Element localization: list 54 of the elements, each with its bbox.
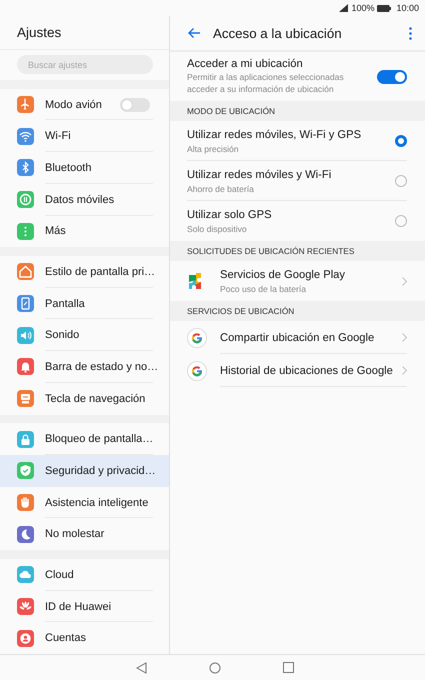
toggle-switch[interactable] bbox=[377, 70, 407, 84]
chevron-right-icon bbox=[402, 366, 407, 375]
radio-button[interactable] bbox=[395, 215, 407, 227]
sidebar-item[interactable]: Estilo de pantalla pri… bbox=[0, 256, 169, 288]
sidebar-item[interactable]: ID de Huawei bbox=[0, 590, 169, 622]
back-icon[interactable] bbox=[136, 662, 146, 674]
sidebar-item[interactable]: Seguridad y privacid… bbox=[0, 455, 169, 487]
list-item-title[interactable]: Historial de ubicaciones de Google bbox=[220, 364, 402, 376]
option-subtitle: Alta precisión bbox=[187, 144, 240, 154]
sidebar-item[interactable]: Pantalla bbox=[0, 288, 169, 320]
chevron-right-icon bbox=[402, 333, 407, 342]
sidebar-item[interactable]: Barra de estado y no… bbox=[0, 351, 169, 383]
setting-description: Permitir a las aplicaciones seleccionadas acceder a su información de ubicación bbox=[187, 72, 345, 95]
sidebar-item[interactable]: Bloqueo de pantalla… bbox=[0, 423, 169, 456]
section-header: SOLICITUDES DE UBICACIÓN RECIENTES bbox=[170, 241, 425, 261]
signal-icon bbox=[339, 4, 348, 12]
sidebar-item[interactable]: Wi-Fi bbox=[0, 120, 169, 152]
sidebar-item[interactable]: Más bbox=[0, 216, 169, 248]
back-arrow-icon[interactable] bbox=[187, 27, 201, 39]
option-subtitle: Solo dispositivo bbox=[187, 224, 248, 234]
sidebar-item[interactable]: Tecla de navegación bbox=[0, 382, 169, 415]
sidebar-item[interactable]: Cuentas bbox=[0, 622, 169, 654]
section-header: MODO DE UBICACIÓN bbox=[170, 101, 425, 121]
toggle-switch[interactable] bbox=[120, 98, 150, 112]
chevron-right-icon bbox=[402, 276, 407, 286]
sidebar-item[interactable]: Asistencia inteligente bbox=[0, 486, 169, 518]
clock: 10:00 bbox=[396, 3, 419, 13]
sidebar-item[interactable]: No molestar bbox=[0, 518, 169, 550]
sidebar-item[interactable]: Datos móviles bbox=[0, 184, 169, 216]
sidebar-item[interactable]: Modo avión bbox=[0, 88, 169, 120]
radio-button[interactable] bbox=[395, 175, 407, 187]
google-g-icon bbox=[187, 328, 207, 348]
sidebar-item[interactable]: Sonido bbox=[0, 319, 169, 352]
recents-icon[interactable] bbox=[282, 662, 294, 673]
option-subtitle: Ahorro de batería bbox=[187, 184, 255, 194]
search-field[interactable]: Buscar ajustes bbox=[17, 55, 153, 74]
google-g-icon bbox=[187, 360, 207, 380]
list-item-title[interactable]: Servicios de Google Play bbox=[220, 268, 402, 280]
sidebar-item[interactable]: Cloud bbox=[0, 558, 169, 591]
radio-button[interactable] bbox=[395, 135, 407, 147]
list-item-subtitle: Poco uso de la batería bbox=[220, 284, 307, 294]
battery-icon bbox=[377, 4, 392, 12]
option-label: Utilizar solo GPS bbox=[187, 208, 273, 220]
battery-level: 100% bbox=[351, 3, 374, 13]
sidebar-item[interactable]: Bluetooth bbox=[0, 152, 169, 184]
setting-label: Acceder a mi ubicación bbox=[187, 58, 304, 70]
option-label: Utilizar redes móviles, Wi-Fi y GPS bbox=[187, 128, 362, 140]
page-title: Acceso a la ubicación bbox=[213, 26, 343, 40]
list-item-title[interactable]: Compartir ubicación en Google bbox=[220, 332, 402, 344]
home-icon[interactable] bbox=[208, 662, 220, 674]
section-header: SERVICIOS DE UBICACIÓN bbox=[170, 301, 425, 321]
option-label: Utilizar redes móviles y Wi-Fi bbox=[187, 168, 332, 180]
more-options-icon[interactable] bbox=[409, 26, 412, 40]
sidebar-title: Ajustes bbox=[0, 16, 169, 50]
